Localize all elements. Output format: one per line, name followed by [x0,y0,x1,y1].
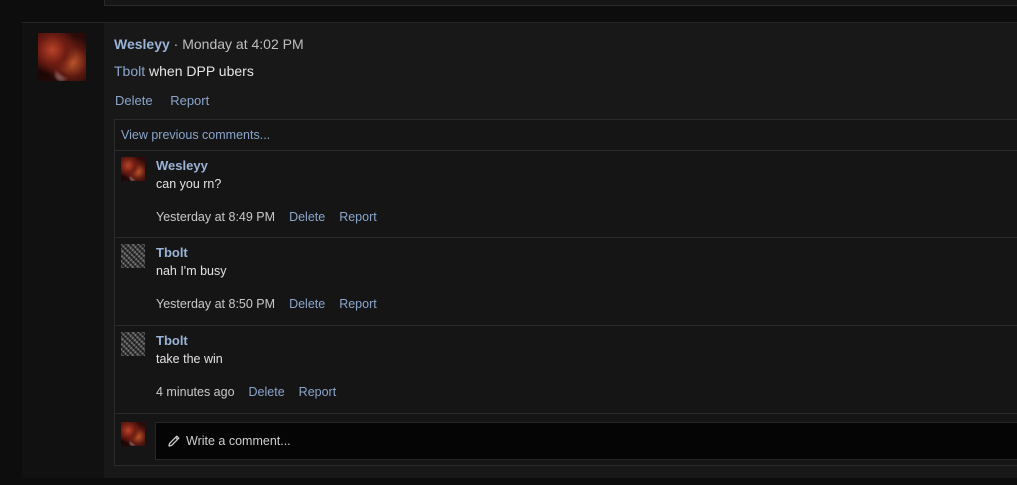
comment-author-avatar[interactable] [121,244,145,268]
comment-timestamp[interactable]: Yesterday at 8:49 PM [156,210,275,224]
comment-item: Wesleyy can you rn? Yesterday at 8:49 PM… [115,151,1017,237]
previous-post-card-edge [104,0,1017,6]
comment-author-link[interactable]: Wesleyy [156,158,208,173]
comment-meta: Yesterday at 8:50 PM Delete Report [156,297,391,311]
comment-author-avatar[interactable] [121,157,145,181]
comment-author-avatar[interactable] [121,332,145,356]
comment-author-link[interactable]: Tbolt [156,333,188,348]
post-header: Wesleyy · Monday at 4:02 PM [114,36,304,52]
comments-list: View previous comments... Wesleyy can yo… [114,119,1017,466]
comment-item: Tbolt nah I'm busy Yesterday at 8:50 PM D… [115,238,1017,325]
write-comment-input[interactable]: Write a comment... [155,422,1017,460]
current-user-avatar [121,422,145,446]
mention-link[interactable]: Tbolt [114,63,145,79]
post-actions: Delete Report [115,93,223,108]
comment-text: can you rn? [156,177,222,191]
post-gutter [22,23,104,478]
write-comment-placeholder: Write a comment... [186,434,291,448]
comment-delete-button[interactable]: Delete [289,297,325,311]
post-text: when DPP ubers [145,63,254,79]
comment-report-button[interactable]: Report [299,385,337,399]
comment-text: nah I'm busy [156,264,227,278]
view-previous-comments-link[interactable]: View previous comments... [121,128,270,142]
post-separator: · [169,36,183,52]
post-message: Tbolt when DPP ubers [114,63,254,79]
comment-delete-button[interactable]: Delete [249,385,285,399]
comment-timestamp[interactable]: Yesterday at 8:50 PM [156,297,275,311]
write-comment-row: Write a comment... [115,414,1017,466]
post-timestamp[interactable]: Monday at 4:02 PM [182,36,303,52]
comment-meta: Yesterday at 8:49 PM Delete Report [156,210,391,224]
post-author-avatar[interactable] [38,33,86,81]
post-delete-button[interactable]: Delete [115,93,153,108]
pencil-icon [168,435,180,447]
comment-author-link[interactable]: Tbolt [156,245,188,260]
comment-meta: 4 minutes ago Delete Report [156,385,350,399]
comment-item: Tbolt take the win 4 minutes ago Delete Re… [115,326,1017,413]
post-report-button[interactable]: Report [170,93,209,108]
comment-report-button[interactable]: Report [339,297,377,311]
comment-delete-button[interactable]: Delete [289,210,325,224]
post-author-link[interactable]: Wesleyy [114,36,170,52]
comment-text: take the win [156,352,223,366]
comment-report-button[interactable]: Report [339,210,377,224]
comment-timestamp[interactable]: 4 minutes ago [156,385,235,399]
